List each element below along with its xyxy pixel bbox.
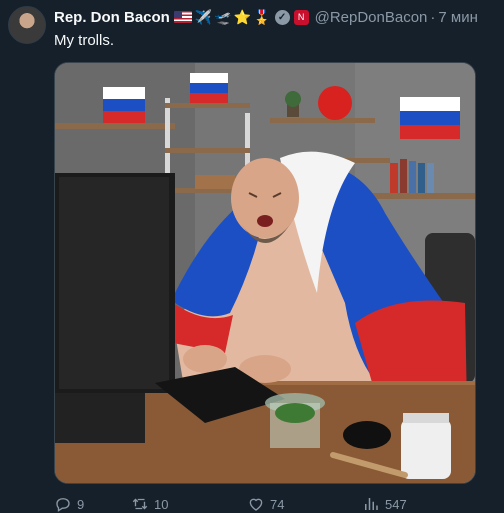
retweet-count: 10: [154, 496, 169, 512]
image-illustration: [55, 63, 475, 483]
russian-flag-shelf-middle: [190, 73, 228, 103]
airplane-icon: ✈️: [194, 8, 213, 25]
like-button[interactable]: 74: [247, 495, 362, 513]
tweet-text: My trolls.: [54, 32, 114, 49]
departure-icon: 🛫: [214, 8, 232, 25]
retweet-button[interactable]: 10: [131, 495, 247, 513]
star-icon: ⭐: [233, 8, 252, 25]
reply-button[interactable]: 9: [54, 495, 132, 513]
tweet-image[interactable]: [54, 62, 476, 484]
tweet-actions: 9 10 74 547: [54, 496, 474, 512]
author-name[interactable]: Rep. Don Bacon: [54, 9, 170, 26]
author-handle[interactable]: @RepDonBacon: [315, 9, 428, 26]
views-count: 547: [385, 496, 407, 512]
heart-icon: [249, 498, 263, 511]
reply-count: 9: [77, 496, 85, 512]
views-bar-chart-icon: [365, 498, 378, 510]
verified-badge-icon[interactable]: ✓: [274, 9, 290, 25]
tweet-header: Rep. Don Bacon ✈️ 🛫 ⭐ 🎖️ ✓ N @RepDonBaco…: [54, 7, 494, 27]
avatar[interactable]: [8, 6, 46, 44]
retweet-icon: [132, 498, 148, 510]
russian-flag-wall-right: [400, 97, 460, 139]
russian-flag-shelf-left: [103, 87, 145, 123]
medal-icon: 🎖️: [253, 8, 271, 25]
tweet-timestamp[interactable]: 7 мин: [438, 9, 478, 26]
views-button[interactable]: 547: [362, 495, 407, 513]
reply-icon: [56, 498, 70, 512]
like-count: 74: [270, 496, 285, 512]
us-flag-icon: [173, 11, 192, 23]
separator-dot: ·: [430, 8, 436, 26]
nebraska-n-icon[interactable]: N: [293, 9, 309, 25]
